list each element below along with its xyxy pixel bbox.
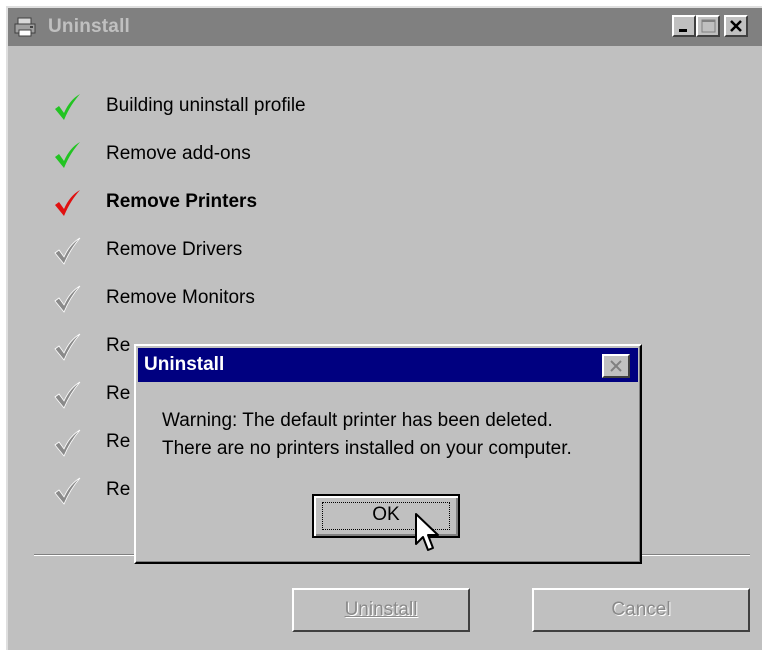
step-item: Remove Monitors [44,282,444,316]
check-icon [55,94,80,120]
step-item: Remove Drivers [44,234,444,268]
mouse-cursor-icon [415,513,439,551]
window-title: Uninstall [48,16,131,37]
step-label: Remove Drivers [106,239,243,260]
dialog-titlebar[interactable]: Uninstall [138,348,638,382]
dialog-title: Uninstall [144,354,225,375]
cancel-button[interactable]: Cancel [532,588,750,632]
window-titlebar[interactable]: Uninstall [8,8,762,46]
uninstall-button[interactable]: Uninstall [292,588,470,632]
step-label: Remove add-ons [106,143,251,164]
step-label: Re [106,335,131,356]
step-item: Remove Printers [44,186,444,220]
step-label: Re [106,479,131,500]
check-icon [54,333,81,361]
maximize-button[interactable] [696,15,720,37]
step-item: Remove add-ons [44,138,444,172]
close-button[interactable] [724,15,748,37]
check-icon [54,381,81,409]
dialog-message-line1: Warning: The default printer has been de… [162,410,553,431]
check-icon [55,190,80,216]
uninstall-button-label: Uninstall [344,599,418,620]
step-label: Re [106,383,131,404]
close-icon [610,360,622,372]
step-label: Remove Printers [106,191,258,212]
minimize-button[interactable] [672,15,696,37]
check-icon [55,142,80,168]
maximize-icon [701,19,716,33]
check-icon [54,237,81,265]
cancel-button-label: Cancel [611,599,671,620]
step-item: Building uninstall profile [44,90,444,124]
close-icon [730,20,742,32]
dialog-message-line2: There are no printers installed on your … [162,438,572,459]
warning-dialog: Uninstall Warning: The default printer h… [134,344,642,564]
minimize-icon [679,29,687,32]
step-label: Remove Monitors [106,287,255,308]
check-icon [54,285,81,313]
check-icon [54,477,81,505]
dialog-close-button[interactable] [602,354,630,378]
step-label: Building uninstall profile [106,95,306,116]
printer-icon [14,17,36,37]
check-icon [54,429,81,457]
step-label: Re [106,431,131,452]
